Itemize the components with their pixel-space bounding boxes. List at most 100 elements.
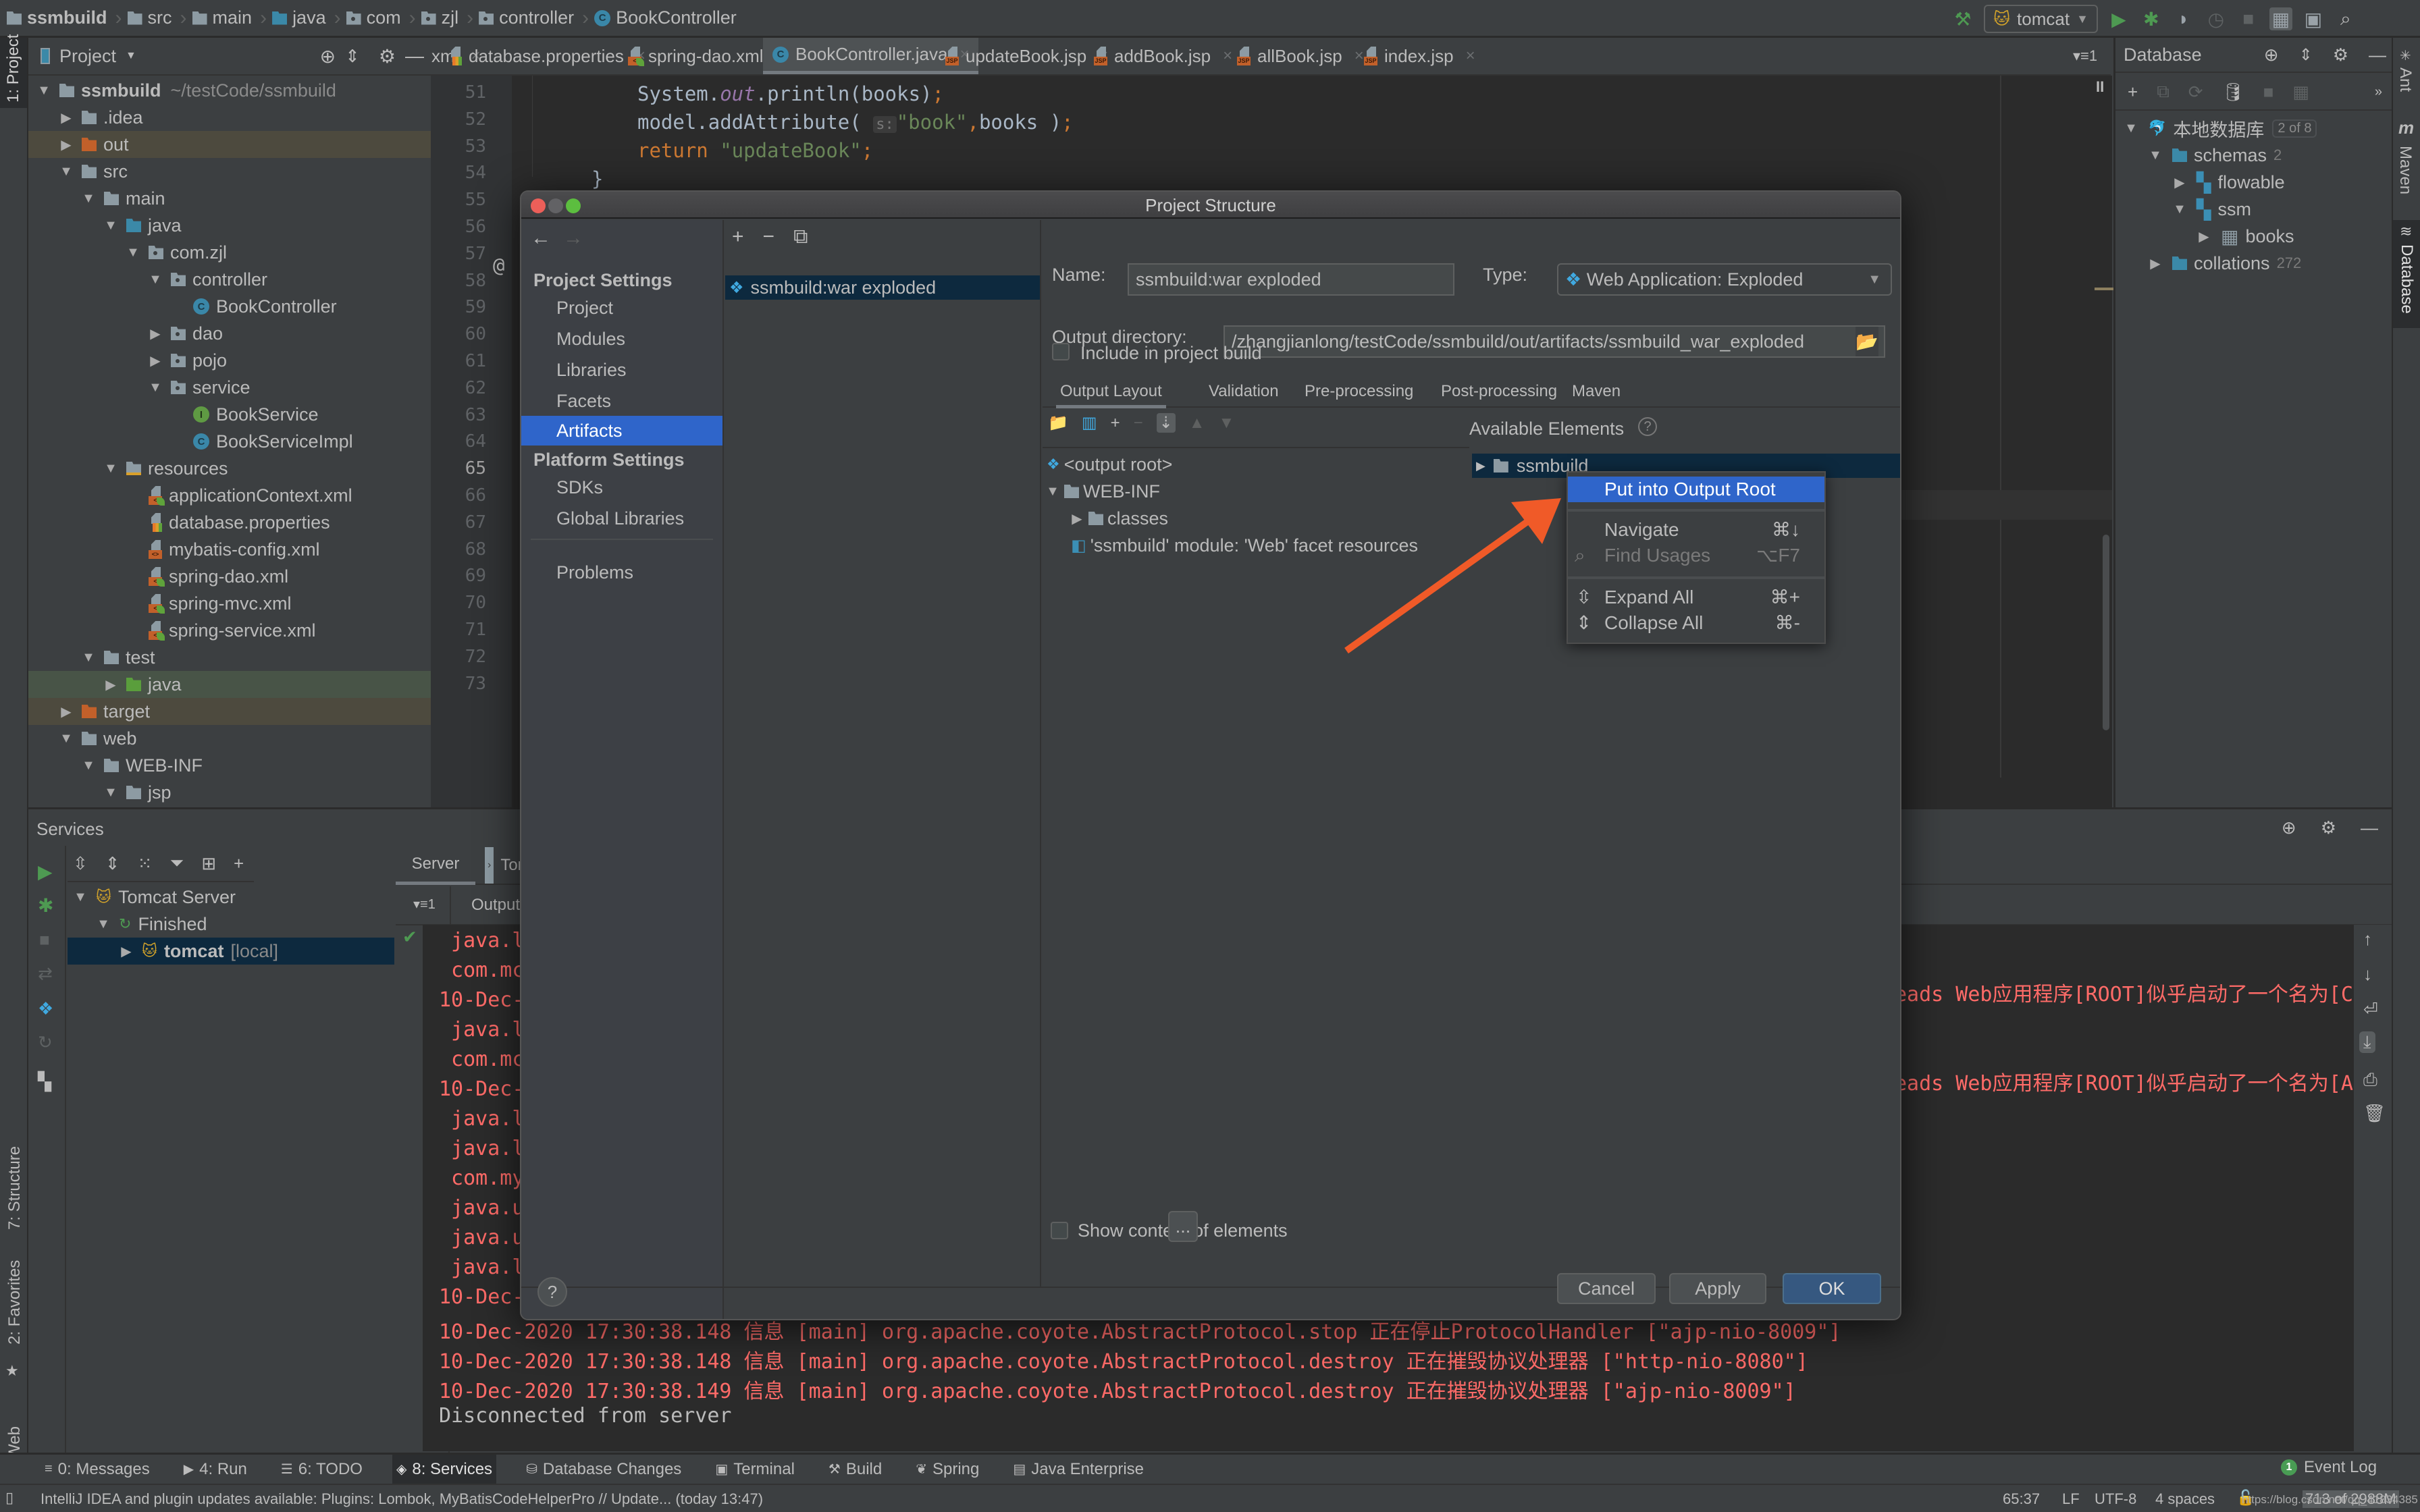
chevron-right-icon[interactable]: ▶ xyxy=(1068,510,1086,527)
more-icon[interactable]: » xyxy=(2375,84,2382,100)
collapse-all-icon[interactable]: ⇕ xyxy=(105,853,120,874)
tree-item[interactable]: ▼ WEB-INF xyxy=(28,752,431,779)
nav-item-modules[interactable]: Modules xyxy=(521,324,722,354)
bottom-tool-spring[interactable]: ❦ Spring xyxy=(912,1455,983,1484)
editor-tab[interactable]: JSP index.jsp × xyxy=(1354,38,1485,74)
chevron-right-icon[interactable]: ▶ xyxy=(2195,228,2213,245)
stop-icon[interactable]: ■ xyxy=(39,929,50,950)
tree-item[interactable]: < applicationContext.xml xyxy=(28,482,431,509)
tree-item[interactable]: database.properties xyxy=(28,509,431,536)
soft-wrap-icon[interactable]: ⏎ xyxy=(2363,999,2378,1020)
back-arrow-icon[interactable]: ← xyxy=(531,227,551,250)
tab-validation[interactable]: Validation xyxy=(1209,382,1279,401)
editor-tab[interactable]: JSP allBook.jsp × xyxy=(1228,38,1373,74)
help-button[interactable]: ? xyxy=(537,1277,567,1307)
tool-window-favorites-label[interactable]: 2: Favorites xyxy=(5,1260,24,1345)
menu-item-collapse-all[interactable]: ⇕ Collapse All ⌘- xyxy=(1568,610,1824,636)
nav-item-sdks[interactable]: SDKs xyxy=(521,473,722,502)
chevron-right-icon[interactable]: ▶ xyxy=(2147,255,2164,272)
run-config-selector[interactable]: 🐱 tomcat ▼ xyxy=(1984,5,2098,33)
stop-icon[interactable]: ■ xyxy=(2263,82,2274,103)
minimize-icon[interactable]: — xyxy=(405,45,424,67)
database-tree-item[interactable]: ▼ ▚ ssm xyxy=(2115,196,2392,223)
tree-item[interactable]: C BookServiceImpl xyxy=(28,428,431,455)
tree-item[interactable]: < spring-service.xml xyxy=(28,617,431,644)
tree-item[interactable]: ▼ test xyxy=(28,644,431,671)
scroll-down-icon[interactable]: ↓ xyxy=(2363,964,2372,985)
tool-window-maven-label[interactable]: Maven xyxy=(2396,146,2415,194)
tree-item[interactable]: ▶ target xyxy=(28,698,431,725)
project-view-selector[interactable]: Project xyxy=(59,46,116,67)
run-with-coverage-icon[interactable]: ◗ xyxy=(2172,7,2195,30)
include-in-build-checkbox[interactable] xyxy=(1052,343,1070,360)
chevron-down-icon[interactable]: ▼ xyxy=(57,731,75,747)
chevron-down-icon[interactable]: ▼ xyxy=(102,218,120,234)
breadcrumb-main[interactable]: main xyxy=(192,7,252,28)
nav-item-project[interactable]: Project xyxy=(521,293,722,323)
artifact-type-select[interactable]: ❖ Web Application: Exploded ▼ xyxy=(1557,263,1892,296)
tree-item[interactable]: ▼ controller xyxy=(28,266,431,293)
add-icon[interactable]: + xyxy=(234,853,244,874)
breadcrumb-controller[interactable]: controller xyxy=(479,7,574,28)
chevron-down-icon[interactable]: ▼ xyxy=(124,245,142,261)
sort-alphabetically-icon[interactable]: ⇣ xyxy=(1156,413,1176,433)
breadcrumb-com[interactable]: com xyxy=(346,7,401,28)
bottom-tool-run[interactable]: ▶ 4: Run xyxy=(180,1455,251,1484)
bottom-tool-services[interactable]: ◈ 8: Services xyxy=(392,1454,497,1484)
chevron-down-icon[interactable]: ▼ xyxy=(57,164,75,180)
bottom-tool-java-enterprise[interactable]: ▤ Java Enterprise xyxy=(1009,1455,1148,1484)
chevron-down-icon[interactable]: ▼ xyxy=(102,785,120,801)
tree-item[interactable]: ▶ pojo xyxy=(28,347,431,374)
minimize-icon[interactable]: — xyxy=(2361,817,2378,838)
chevron-right-icon[interactable]: ▶ xyxy=(147,325,164,342)
tab-maven[interactable]: Maven xyxy=(1572,382,1621,401)
chevron-down-icon[interactable]: ▼ xyxy=(80,650,97,666)
bottom-tool-todo[interactable]: ☰ 6: TODO xyxy=(277,1455,367,1484)
create-directory-icon[interactable]: 📁 xyxy=(1048,413,1068,433)
project-structure-icon[interactable]: ▦ xyxy=(2269,7,2292,30)
forward-arrow-icon[interactable]: → xyxy=(563,227,583,250)
chevron-down-icon[interactable]: ▼ xyxy=(2147,148,2164,163)
chevron-right-icon[interactable]: ▶ xyxy=(147,352,164,369)
group-by-icon[interactable]: ⁙ xyxy=(138,853,153,874)
include-in-build-label[interactable]: Include in project build xyxy=(1080,343,1262,364)
service-tree-item[interactable]: ▼ 🐱 Tomcat Server xyxy=(68,884,394,911)
chevron-down-icon[interactable]: ▼ xyxy=(1044,484,1061,500)
minimize-window-button[interactable] xyxy=(548,198,563,213)
refresh-icon[interactable]: ⟳ xyxy=(2188,82,2203,103)
folder-browse-icon[interactable]: 📂 xyxy=(1856,327,1878,356)
remove-icon[interactable]: − xyxy=(763,225,775,248)
gear-icon[interactable]: ⚙ xyxy=(2321,817,2336,838)
gear-icon[interactable]: ⚙ xyxy=(379,45,396,68)
gear-icon[interactable]: ⚙ xyxy=(2333,45,2348,65)
chevron-down-icon[interactable]: ▼ xyxy=(2122,121,2140,136)
run-anything-icon[interactable]: ▣ xyxy=(2302,7,2325,30)
chevron-right-icon[interactable]: ▶ xyxy=(57,109,75,126)
datasource-properties-icon[interactable]: 🛢 xyxy=(2222,82,2244,103)
tree-item[interactable]: ▶ out xyxy=(28,131,431,158)
add-datasource-icon[interactable]: + xyxy=(2128,82,2138,103)
close-window-button[interactable] xyxy=(531,198,546,213)
chevron-down-icon[interactable]: ▼ xyxy=(95,917,112,932)
tree-item[interactable]: ▼ service xyxy=(28,374,431,401)
chevron-down-icon[interactable]: ▼ xyxy=(80,191,97,207)
chevron-right-icon[interactable]: ▶ xyxy=(57,136,75,153)
chevron-right-icon[interactable]: ▶ xyxy=(1476,459,1485,473)
database-tree-item[interactable]: ▼ 🐬 本地数据库 2 of 8 xyxy=(2115,115,2392,142)
menu-item-navigate[interactable]: Navigate ⌘↓ xyxy=(1568,517,1824,543)
editor-tab[interactable]: JSP addBook.jsp × xyxy=(1084,38,1242,74)
profiler-icon[interactable]: ◷ xyxy=(2205,7,2228,30)
breadcrumb-bookcontroller[interactable]: C BookController xyxy=(594,7,737,28)
layout-tree-item[interactable]: ❖ <output root> xyxy=(1043,451,1469,478)
editor-scrollbar[interactable] xyxy=(2103,535,2109,730)
deploy-icon[interactable]: ⇄ xyxy=(38,963,53,984)
output-directory-input[interactable]: /zhangjianlong/testCode/ssmbuild/out/art… xyxy=(1224,325,1885,358)
service-tree-item[interactable]: ▶ 🐱 tomcat [local] xyxy=(68,938,394,965)
print-icon[interactable]: ⎙ xyxy=(2363,1069,2377,1091)
tree-root[interactable]: ▼ ssmbuild ~/testCode/ssmbuild xyxy=(28,77,431,104)
line-separator[interactable]: LF xyxy=(2062,1490,2080,1508)
debug-bug-icon[interactable]: ✱ xyxy=(2140,7,2163,30)
tree-item[interactable]: < spring-mvc.xml xyxy=(28,590,431,617)
chevron-down-icon[interactable]: ▼ xyxy=(35,83,53,99)
menu-item-find-usages[interactable]: ⌕ Find Usages ⌥F7 xyxy=(1568,543,1824,568)
